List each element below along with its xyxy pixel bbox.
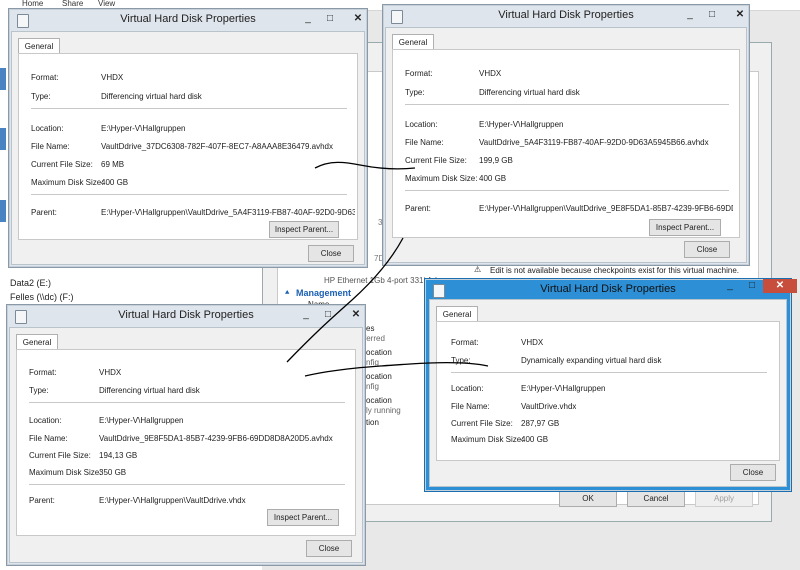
ink-line-d2-to-d3 <box>286 237 404 363</box>
ink-line-d1-to-d2 <box>314 161 416 170</box>
ink-line-d3-to-d4 <box>304 362 489 377</box>
ink-annotation-lines <box>286 161 489 377</box>
